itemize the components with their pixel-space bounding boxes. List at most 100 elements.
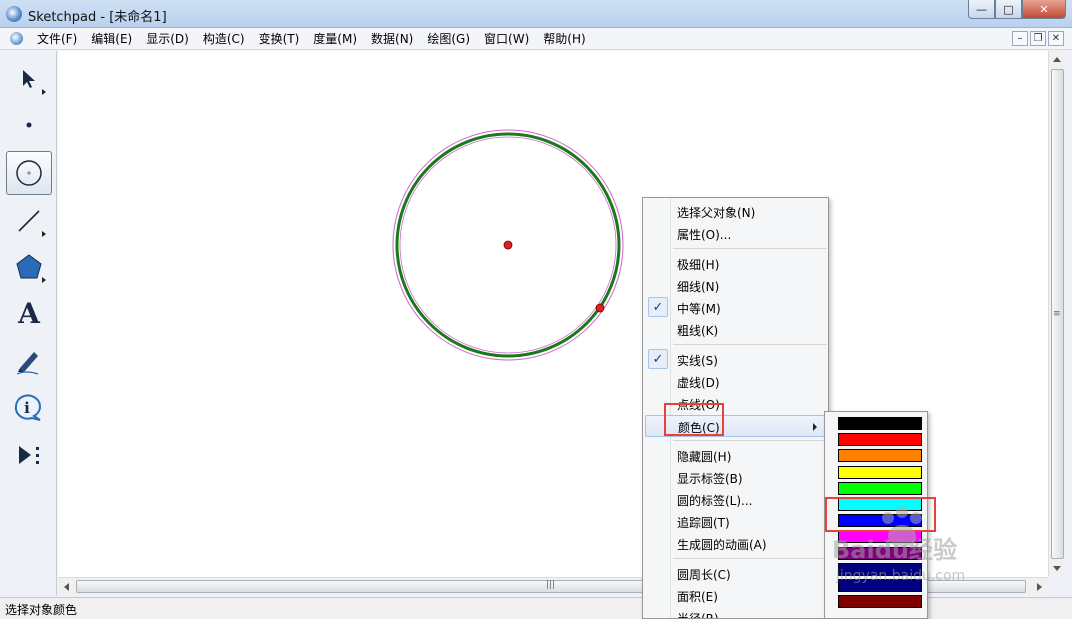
straightedge-tool[interactable] (6, 199, 52, 243)
compass-circle-icon (16, 160, 42, 186)
vertical-scrollbar[interactable]: ≡ (1048, 51, 1066, 577)
maximize-button[interactable]: □ (995, 0, 1022, 19)
information-tool[interactable]: i (6, 385, 52, 429)
color-swatch[interactable] (838, 481, 922, 495)
close-button[interactable]: ✕ (1022, 0, 1066, 19)
menu-item-4[interactable]: 变换(T) (252, 31, 307, 47)
menu-item-2[interactable]: 显示(D) (139, 31, 196, 47)
point-tool[interactable] (6, 103, 52, 147)
information-icon: i (14, 394, 41, 421)
marker-tool[interactable] (6, 339, 52, 383)
status-text: 选择对象颜色 (5, 603, 78, 617)
scroll-down-arrow[interactable] (1053, 566, 1061, 571)
menu-item-0[interactable]: 文件(F) (30, 31, 84, 47)
context-menu-item[interactable]: ✓ 实线(S) (645, 349, 826, 371)
document-icon[interactable] (10, 32, 23, 45)
doc-close-button[interactable]: ✕ (1048, 31, 1064, 46)
compass-tool[interactable] (6, 151, 52, 195)
polygon-tool[interactable] (6, 245, 52, 289)
svg-text:i: i (24, 399, 30, 417)
submenu-arrow-icon (813, 423, 817, 431)
context-menu-item[interactable]: 显示标签(B) (645, 467, 826, 489)
context-menu-item[interactable]: 隐藏圆(H) (645, 445, 826, 467)
context-menu-item-label: 实线(S) (677, 354, 718, 368)
menu-item-1[interactable]: 编辑(E) (84, 31, 139, 47)
context-menu-item[interactable]: 极细(H) (645, 253, 826, 275)
circle-center-point[interactable] (503, 240, 513, 250)
text-tool-icon: A (18, 296, 40, 330)
horizontal-grip-icon: ||| (546, 580, 556, 590)
arrow-select-icon (23, 70, 35, 88)
toolbox: A i (2, 51, 57, 596)
straightedge-line-icon (18, 210, 40, 232)
menu-item-6[interactable]: 数据(N) (364, 31, 420, 47)
selection-arrow-tool[interactable] (6, 57, 52, 101)
annotation-highlight-blue-swatch (825, 497, 936, 532)
context-menu-item[interactable]: 圆的标签(L)... (645, 489, 826, 511)
context-menu-separator (673, 344, 827, 345)
custom-tool[interactable] (6, 433, 52, 477)
point-icon (26, 122, 32, 128)
menu-item-8[interactable]: 窗口(W) (477, 31, 536, 47)
context-menu-item-label: 半径(R) (677, 612, 719, 619)
custom-tool-icon (19, 446, 39, 464)
color-swatch[interactable] (838, 530, 922, 544)
marker-pen-icon (16, 352, 39, 375)
scroll-up-arrow[interactable] (1053, 57, 1061, 62)
context-menu-item[interactable]: 生成圆的动画(A) (645, 533, 826, 555)
window-controls: — □ ✕ (968, 0, 1066, 19)
context-menu-item[interactable]: 属性(O)... (645, 223, 826, 245)
color-swatch[interactable] (838, 579, 922, 592)
doc-minimize-button[interactable]: – (1012, 31, 1028, 46)
scroll-left-arrow[interactable] (64, 583, 69, 591)
context-menu-separator (673, 558, 827, 559)
color-swatch[interactable] (838, 562, 922, 576)
scroll-right-arrow[interactable] (1037, 583, 1042, 591)
annotation-highlight-color-item (664, 403, 724, 436)
context-menu-item[interactable]: 选择父对象(N) (645, 201, 826, 223)
context-menu-item-label: 追踪圆(T) (677, 516, 730, 530)
context-menu-item[interactable]: 细线(N) (645, 275, 826, 297)
context-menu-item-label: 细线(N) (677, 280, 720, 294)
context-menu-item[interactable]: 圆周长(C) (645, 563, 826, 585)
context-menu-item-label: 属性(O)... (677, 228, 732, 242)
minimize-button[interactable]: — (968, 0, 995, 19)
menu-item-5[interactable]: 度量(M) (306, 31, 364, 47)
color-swatch[interactable] (838, 417, 922, 430)
vertical-grip-icon: ≡ (1053, 309, 1061, 319)
context-menu-item-label: 显示标签(B) (677, 472, 743, 486)
context-menu-item[interactable]: 面积(E) (645, 585, 826, 607)
context-menu-item-label: 虚线(D) (677, 376, 720, 390)
context-menu-item[interactable]: 半径(R) (645, 607, 826, 619)
context-menu-item-label: 圆的标签(L)... (677, 494, 753, 508)
menu-list: 文件(F) 编辑(E) 显示(D) 构造(C) 变换(T) 度量(M) 数据(N) 绘图(G)… (30, 31, 593, 47)
context-menu-item-label: 粗线(K) (677, 324, 719, 338)
color-swatch[interactable] (838, 449, 922, 463)
text-tool[interactable]: A (6, 291, 52, 335)
context-menu-item[interactable]: 追踪圆(T) (645, 511, 826, 533)
checkmark-icon: ✓ (648, 297, 668, 317)
color-swatch[interactable] (838, 465, 922, 479)
context-menu-item-label: 极细(H) (677, 258, 720, 272)
context-menu-item[interactable]: ✓ 中等(M) (645, 297, 826, 319)
document-window-controls: – ❐ ✕ (1012, 31, 1064, 46)
context-menu-item[interactable]: 粗线(K) (645, 319, 826, 341)
window-title: Sketchpad - [未命名1] (28, 10, 167, 25)
menu-item-7[interactable]: 绘图(G) (420, 31, 477, 47)
menu-item-3[interactable]: 构造(C) (196, 31, 252, 47)
color-swatch[interactable] (838, 595, 922, 609)
context-menu-separator (673, 248, 827, 249)
color-swatch[interactable] (838, 433, 922, 447)
context-menu-separator (673, 440, 827, 441)
menu-bar: 文件(F) 编辑(E) 显示(D) 构造(C) 变换(T) 度量(M) 数据(N) 绘图(G)… (0, 28, 1072, 50)
context-menu-item-label: 中等(M) (677, 302, 721, 316)
context-menu-item[interactable]: 虚线(D) (645, 371, 826, 393)
circle-radius-point[interactable] (595, 303, 605, 313)
menu-item-9[interactable]: 帮助(H) (536, 31, 592, 47)
sketchpad-app-icon[interactable] (6, 6, 22, 22)
color-swatch[interactable] (838, 546, 922, 560)
polygon-icon (16, 254, 42, 279)
context-menu-item-label: 圆周长(C) (677, 568, 731, 582)
doc-restore-button[interactable]: ❐ (1030, 31, 1046, 46)
context-menu-item-label: 生成圆的动画(A) (677, 538, 767, 552)
